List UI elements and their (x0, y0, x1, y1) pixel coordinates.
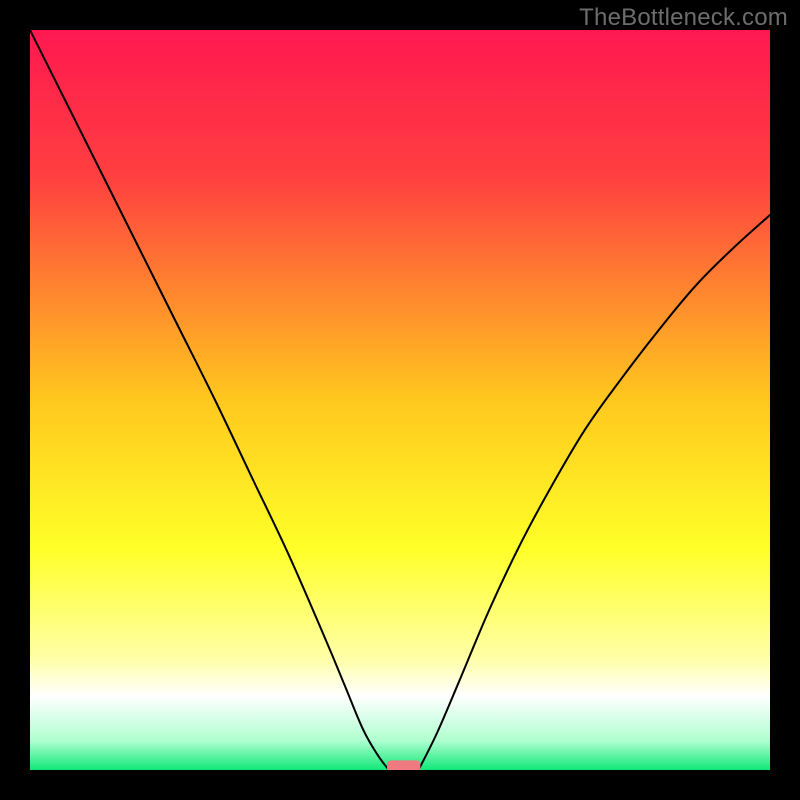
watermark-text: TheBottleneck.com (579, 4, 788, 32)
valley-marker (387, 760, 420, 770)
bottleneck-chart (30, 30, 770, 770)
plot-background (30, 30, 770, 770)
chart-frame: TheBottleneck.com (0, 0, 800, 800)
